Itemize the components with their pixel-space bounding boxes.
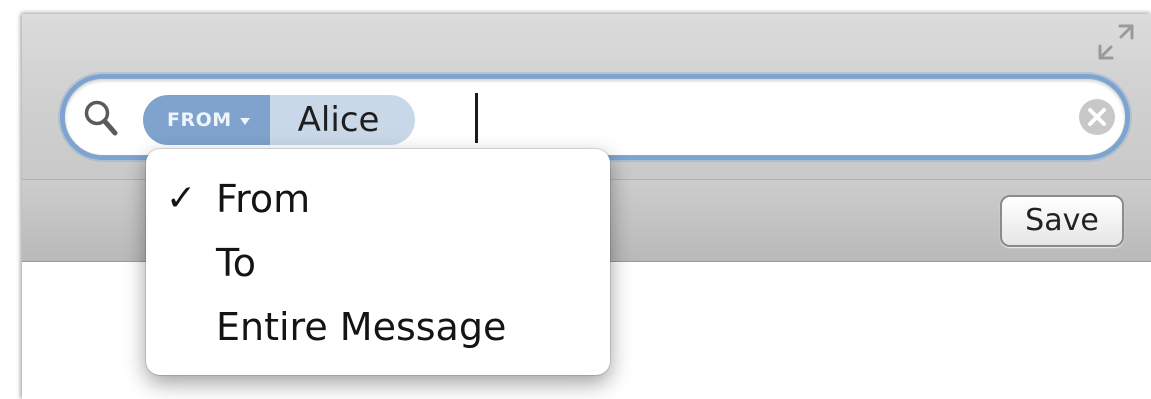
token-value: Alice: [269, 95, 416, 145]
search-token[interactable]: FROM Alice: [143, 95, 416, 145]
menu-item-entire-message[interactable]: Entire Message: [146, 295, 610, 359]
token-type-selector[interactable]: FROM: [143, 95, 270, 145]
menu-item-label: To: [216, 241, 257, 285]
search-icon: [83, 99, 119, 137]
menu-item-label: From: [216, 177, 311, 221]
menu-item-to[interactable]: To: [146, 231, 610, 295]
text-cursor: [475, 93, 478, 143]
token-type-label: FROM: [167, 109, 232, 131]
save-button[interactable]: Save: [1000, 195, 1124, 247]
dropdown-arrow-icon: [239, 117, 250, 125]
checkmark-icon: ✓: [166, 178, 197, 219]
menu-item-from[interactable]: ✓ From: [146, 167, 610, 231]
fullscreen-icon[interactable]: [1094, 20, 1138, 64]
clear-icon[interactable]: [1079, 99, 1115, 135]
mail-window: FROM Alice Save ✓ From To Entire Message: [22, 14, 1151, 399]
menu-item-label: Entire Message: [216, 305, 507, 349]
search-scope-menu: ✓ From To Entire Message: [146, 149, 610, 375]
search-field[interactable]: FROM Alice: [64, 78, 1126, 156]
